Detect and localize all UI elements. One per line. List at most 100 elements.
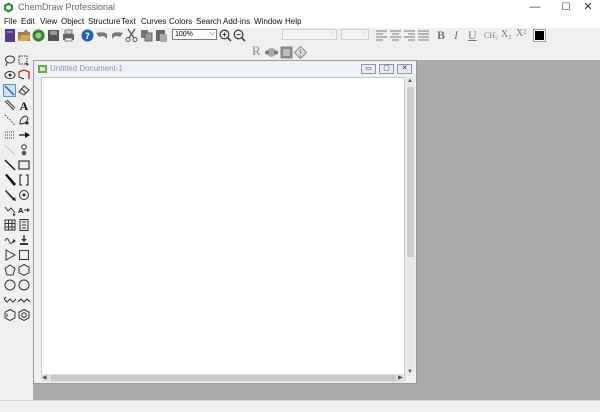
table-icon[interactable] <box>4 219 16 231</box>
atom-structure-icon[interactable] <box>265 46 278 59</box>
multi-bond-icon[interactable] <box>4 99 16 111</box>
zoom-value: 100% <box>175 31 193 38</box>
document-title-bar[interactable]: Untitled Document-1 ▭ ▢ ✕ <box>34 61 416 76</box>
drawing-canvas[interactable] <box>41 77 405 377</box>
query-tool-icon[interactable] <box>4 234 16 246</box>
template-icon[interactable] <box>18 234 30 246</box>
save-all-icon[interactable] <box>47 29 60 42</box>
diamond-warning-icon[interactable] <box>294 46 307 59</box>
bold-bond-icon[interactable] <box>4 174 16 186</box>
bracket-icon[interactable] <box>18 174 30 186</box>
redo-icon[interactable] <box>110 29 123 42</box>
justify-icon[interactable] <box>417 29 430 42</box>
color-swatch-icon[interactable] <box>533 29 546 42</box>
eraser-icon[interactable] <box>18 84 30 96</box>
scroll-left-icon[interactable]: ◀ <box>42 374 47 382</box>
chevron-down-icon: ⌵ <box>361 29 367 36</box>
benzene-icon[interactable] <box>4 309 16 321</box>
text-tool-icon[interactable]: A <box>18 99 30 111</box>
horizontal-scroll-thumb[interactable] <box>51 375 396 381</box>
menu-text[interactable]: Text <box>121 15 136 28</box>
superscript-button[interactable]: X² <box>516 27 526 41</box>
zoom-out-icon[interactable] <box>233 29 246 42</box>
scroll-right-icon[interactable]: ▶ <box>398 374 403 382</box>
italic-button[interactable]: I <box>454 28 458 42</box>
copy-icon[interactable] <box>140 29 153 42</box>
minimize-button[interactable]: — <box>521 0 549 15</box>
title-bar: ChemDraw Professional — ☐ ✕ <box>0 0 600 15</box>
pen-tool-icon[interactable] <box>18 114 30 126</box>
chain-icon[interactable] <box>18 189 30 201</box>
svg-text:A: A <box>20 99 29 111</box>
underline-button[interactable]: U <box>468 28 477 42</box>
menu-view[interactable]: View <box>40 15 57 28</box>
menu-file[interactable]: File <box>4 15 17 28</box>
vertical-scroll-thumb[interactable] <box>407 87 414 257</box>
menu-structure[interactable]: Structure <box>88 15 120 28</box>
cyclohexane-icon[interactable] <box>18 279 30 291</box>
undo-icon[interactable] <box>96 29 109 42</box>
structure-box-icon[interactable] <box>280 46 293 59</box>
wedge-bond-icon[interactable] <box>4 144 16 156</box>
wedge-hash-icon[interactable] <box>4 189 16 201</box>
menu-edit[interactable]: Edit <box>21 15 35 28</box>
lasso-icon[interactable] <box>4 55 16 67</box>
paste-icon[interactable] <box>155 29 168 42</box>
align-left-icon[interactable] <box>375 29 388 42</box>
formula-button[interactable]: CH₂ <box>484 29 498 43</box>
chemical-symbol-icon[interactable] <box>4 204 16 216</box>
marquee-icon[interactable] <box>18 55 30 67</box>
rectangle-icon[interactable] <box>18 159 30 171</box>
pentagon-icon[interactable] <box>4 264 16 276</box>
chair-1-icon[interactable] <box>4 294 16 306</box>
doc-close-button[interactable]: ✕ <box>397 64 412 74</box>
cyclopentane-icon[interactable] <box>4 279 16 291</box>
hexagon-icon[interactable] <box>18 264 30 276</box>
menu-colors[interactable]: Colors <box>169 15 192 28</box>
open-icon[interactable] <box>18 29 31 42</box>
status-bar <box>0 400 600 412</box>
tool-palette: A A <box>0 55 33 400</box>
align-right-icon[interactable] <box>403 29 416 42</box>
vertical-scrollbar[interactable]: ▲ ▼ <box>406 77 415 376</box>
scroll-down-icon[interactable]: ▼ <box>407 368 413 376</box>
menu-curves[interactable]: Curves <box>141 15 166 28</box>
horizontal-scrollbar[interactable]: ◀ ▶ <box>41 374 406 382</box>
zoom-in-icon[interactable] <box>219 29 232 42</box>
zoom-select[interactable]: 100% ⌵ <box>172 29 217 40</box>
align-center-icon[interactable] <box>389 29 402 42</box>
new-document-icon[interactable] <box>4 29 17 42</box>
doc-minimize-button[interactable]: ▭ <box>361 64 376 74</box>
structure-perspective-icon[interactable] <box>18 69 30 81</box>
cycloheptane-icon[interactable] <box>18 309 30 321</box>
print-icon[interactable] <box>62 29 75 42</box>
dashed-bond-icon[interactable] <box>4 114 16 126</box>
rotate-icon[interactable] <box>4 69 16 81</box>
menu-help[interactable]: Help <box>285 15 301 28</box>
square-icon[interactable] <box>18 249 30 261</box>
orbital-icon[interactable] <box>18 144 30 156</box>
menu-search[interactable]: Search <box>196 15 221 28</box>
menu-add-ins[interactable]: Add-ins <box>223 15 250 28</box>
cut-icon[interactable] <box>125 29 138 42</box>
bold-button[interactable]: B <box>437 28 445 42</box>
chair-2-icon[interactable] <box>18 294 30 306</box>
bond-tool-icon[interactable] <box>3 84 16 97</box>
help-icon[interactable]: ? <box>81 29 94 42</box>
subscript-button[interactable]: X₂ <box>501 28 512 42</box>
r-group-button[interactable]: R <box>252 44 261 58</box>
doc-maximize-button[interactable]: ▢ <box>379 64 394 74</box>
font-family-select[interactable]: ⌵ <box>282 29 337 40</box>
font-size-select[interactable]: ⌵ <box>341 29 369 40</box>
menu-window[interactable]: Window <box>254 15 282 28</box>
menu-object[interactable]: Object <box>61 15 84 28</box>
triangle-icon[interactable] <box>4 249 16 261</box>
single-bond-icon[interactable] <box>4 159 16 171</box>
tlc-plate-icon[interactable] <box>18 219 30 231</box>
scroll-up-icon[interactable]: ▲ <box>407 77 413 85</box>
hash-bond-icon[interactable] <box>4 129 16 141</box>
atom-map-icon[interactable]: A <box>18 204 30 216</box>
close-button[interactable]: ✕ <box>574 0 600 15</box>
arrow-tool-icon[interactable] <box>18 129 30 141</box>
save-icon[interactable] <box>32 29 45 42</box>
